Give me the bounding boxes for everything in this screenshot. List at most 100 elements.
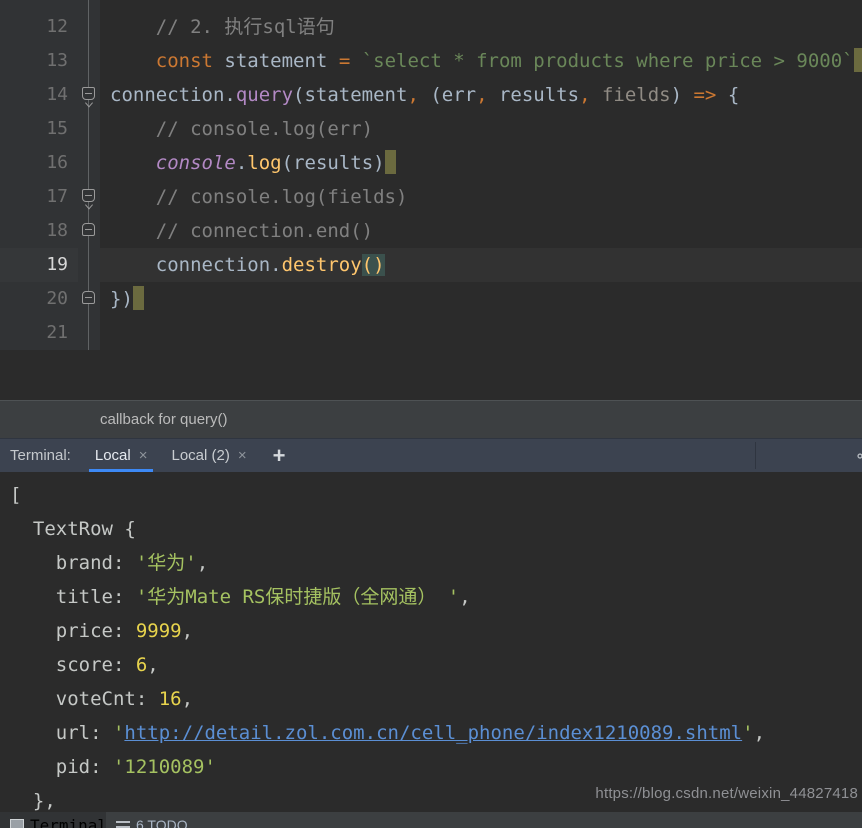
gear-icon[interactable] bbox=[852, 448, 862, 464]
terminal-line: url: 'http://detail.zol.com.cn/cell_phon… bbox=[10, 716, 862, 750]
terminal-tab-local[interactable]: Local × bbox=[83, 439, 160, 472]
terminal-token: , bbox=[459, 586, 471, 608]
code-token: , bbox=[579, 84, 591, 106]
code-token: . bbox=[235, 152, 248, 174]
code-token: , bbox=[476, 84, 488, 106]
terminal-token: , bbox=[196, 552, 209, 574]
line-number: 20 bbox=[0, 282, 78, 316]
tab-bar-spacer bbox=[299, 439, 755, 472]
code-token: // connection.end() bbox=[110, 220, 374, 242]
terminal-token: '1210089' bbox=[112, 756, 216, 778]
terminal-token: , bbox=[147, 654, 159, 676]
code-token: query bbox=[235, 84, 294, 106]
fold-rail bbox=[88, 10, 89, 44]
terminal-toolbar[interactable] bbox=[756, 439, 862, 472]
code-line-partial: 11 bbox=[0, 0, 862, 10]
code-token: = bbox=[338, 50, 351, 72]
fold-gutter[interactable] bbox=[78, 180, 100, 214]
code-text: const statement = `select * from product… bbox=[100, 44, 862, 78]
code-line[interactable]: 15 // console.log(err) bbox=[0, 112, 862, 146]
fold-gutter[interactable] bbox=[78, 112, 100, 146]
fold-gutter[interactable] bbox=[78, 282, 100, 316]
code-token: fields bbox=[590, 84, 671, 106]
add-terminal-button[interactable]: + bbox=[259, 439, 300, 472]
code-line[interactable]: 17 // console.log(fields) bbox=[0, 180, 862, 214]
fold-collapse-icon[interactable] bbox=[82, 87, 95, 100]
fold-gutter[interactable] bbox=[78, 248, 100, 282]
code-editor[interactable]: 11 12 // 2. 执行sql语句13 const statement = … bbox=[0, 0, 862, 400]
terminal-token: '华为' bbox=[135, 552, 197, 574]
terminal-token: title: bbox=[10, 586, 136, 608]
code-line[interactable]: 21 bbox=[0, 316, 862, 350]
line-number: 18 bbox=[0, 214, 78, 248]
code-line-list: 12 // 2. 执行sql语句 13 const statement = `se… bbox=[0, 10, 862, 350]
text-caret bbox=[853, 48, 862, 72]
terminal-token: ' bbox=[112, 722, 125, 744]
code-line[interactable]: 12 // 2. 执行sql语句 bbox=[0, 10, 862, 44]
terminal-panel-label: Terminal: bbox=[10, 447, 71, 464]
status-bar[interactable]: Terminal 6 TODO bbox=[0, 812, 862, 828]
fold-end-icon[interactable] bbox=[82, 291, 95, 304]
code-token: ) bbox=[670, 84, 694, 106]
code-token: statement bbox=[212, 50, 339, 72]
terminal-token: }, bbox=[10, 790, 56, 812]
terminal-tab-local-2[interactable]: Local (2) × bbox=[159, 439, 258, 472]
code-token: (statement bbox=[293, 84, 408, 106]
code-text: // connection.end() bbox=[100, 214, 862, 248]
parameter-hint-bar: callback for query() bbox=[0, 400, 862, 438]
fold-rail bbox=[88, 248, 89, 282]
code-token: results bbox=[487, 84, 580, 106]
close-icon[interactable]: × bbox=[139, 448, 148, 463]
code-line[interactable]: 14 connection.query(statement, (err, resu… bbox=[0, 78, 862, 112]
terminal-tab-label: Local bbox=[94, 447, 131, 464]
terminal-token: TextRow { bbox=[10, 518, 136, 540]
code-token: connection. bbox=[110, 254, 282, 276]
fold-collapse-icon[interactable] bbox=[82, 189, 95, 202]
close-icon[interactable]: × bbox=[238, 448, 247, 463]
terminal-line: brand: '华为', bbox=[10, 546, 862, 580]
line-number: 11 bbox=[0, 0, 78, 10]
code-token: () bbox=[361, 254, 385, 276]
fold-gutter[interactable] bbox=[78, 44, 100, 78]
code-token: connection bbox=[110, 84, 225, 106]
status-todo-button[interactable]: 6 TODO bbox=[106, 812, 188, 828]
fold-gutter[interactable] bbox=[78, 146, 100, 180]
terminal-token: price: bbox=[10, 620, 136, 642]
code-line[interactable]: 18 // connection.end() bbox=[0, 214, 862, 248]
code-text: }) bbox=[100, 282, 862, 316]
terminal-token: voteCnt: bbox=[10, 688, 159, 710]
fold-gutter[interactable] bbox=[78, 214, 100, 248]
code-line[interactable]: 19 connection.destroy() bbox=[0, 248, 862, 282]
fold-gutter[interactable] bbox=[78, 10, 100, 44]
line-number: 13 bbox=[0, 44, 78, 78]
fold-gutter[interactable] bbox=[78, 316, 100, 350]
terminal-line: score: 6, bbox=[10, 648, 862, 682]
code-token: log bbox=[247, 152, 282, 174]
code-line[interactable]: 16 console.log(results) bbox=[0, 146, 862, 180]
status-terminal-button[interactable]: Terminal bbox=[0, 812, 107, 828]
terminal-link[interactable]: http://detail.zol.com.cn/cell_phone/inde… bbox=[124, 722, 742, 744]
terminal-token: , bbox=[181, 688, 194, 710]
line-number: 17 bbox=[0, 180, 78, 214]
todo-list-icon bbox=[116, 819, 130, 828]
terminal-token: 9999 bbox=[135, 620, 182, 642]
code-line[interactable]: 20}) bbox=[0, 282, 862, 316]
terminal-tab-bar[interactable]: Terminal: Local × Local (2) × + bbox=[0, 438, 862, 472]
code-line[interactable]: 13 const statement = `select * from prod… bbox=[0, 44, 862, 78]
fold-gutter[interactable] bbox=[78, 78, 100, 112]
terminal-token: , bbox=[753, 722, 766, 744]
fold-gutter[interactable] bbox=[78, 0, 100, 10]
terminal-line: [ bbox=[10, 478, 862, 512]
terminal-output[interactable]: [ TextRow { brand: '华为', title: '华为Mate … bbox=[0, 472, 862, 828]
terminal-token: , bbox=[181, 620, 194, 642]
code-text: connection.query(statement, (err, result… bbox=[100, 78, 862, 112]
line-number: 21 bbox=[0, 316, 78, 350]
terminal-line: pid: '1210089' bbox=[10, 750, 862, 784]
terminal-line: TextRow { bbox=[10, 512, 862, 546]
code-token: const bbox=[155, 50, 213, 72]
fold-end-icon[interactable] bbox=[82, 223, 95, 236]
terminal-token: brand: bbox=[10, 552, 136, 574]
ide-window: 11 12 // 2. 执行sql语句13 const statement = … bbox=[0, 0, 862, 828]
